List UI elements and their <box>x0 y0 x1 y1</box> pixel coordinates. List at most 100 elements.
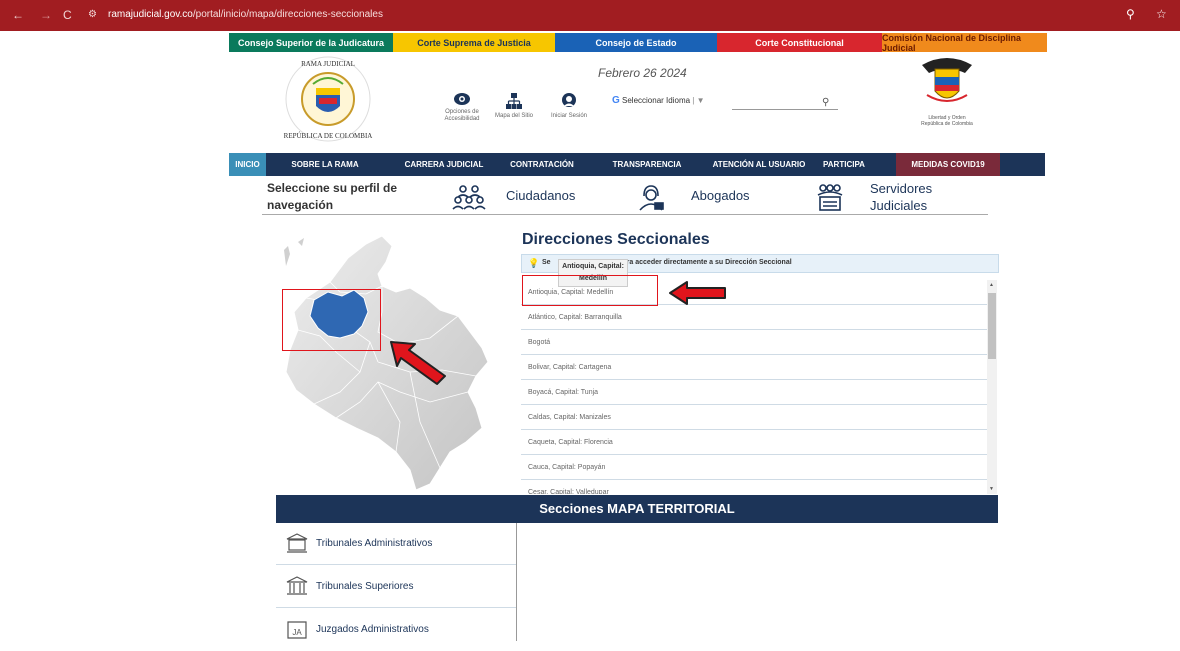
seccion-tribunales-administrativos[interactable]: Tribunales Administrativos <box>276 523 516 565</box>
nav-item-label: MEDIDAS COVID19 <box>911 160 985 169</box>
nav-item-contratacion[interactable]: CONTRATACIÓN <box>506 153 578 176</box>
nav-item-sobre-la-rama[interactable]: SOBRE LA RAMA <box>281 153 369 176</box>
scroll-up-icon[interactable]: ▲ <box>989 282 994 288</box>
servidores-judiciales-icon[interactable] <box>817 184 843 212</box>
seccion-label: Tribunales Administrativos <box>316 538 433 549</box>
list-scrollbar[interactable]: ▲ ▼ <box>987 280 997 494</box>
url-path: /portal/inicio/mapa/direcciones-secciona… <box>192 9 383 20</box>
entity-link-label: Corte Constitucional <box>755 37 844 48</box>
search-icon[interactable]: ⚲ <box>822 97 829 108</box>
dropdown-caret-icon: | ▼ <box>692 96 705 105</box>
list-item[interactable]: Cauca, Capital: Popayán <box>521 455 987 480</box>
entity-link-label: Comisión Nacional de Disciplina Judicial <box>882 32 1022 53</box>
scrollbar-thumb[interactable] <box>988 293 996 359</box>
seccion-juzgados-administrativos[interactable]: JA Juzgados Administrativos <box>276 609 516 651</box>
abogados-icon[interactable] <box>636 184 666 212</box>
shield-caption-2: República de Colombia <box>921 121 973 127</box>
scroll-down-icon[interactable]: ▼ <box>989 486 994 492</box>
tooltip-line-1: Antioquia, Capital: <box>562 263 624 270</box>
login-label: Iniciar Sesión <box>550 113 588 119</box>
main-navigation: INICIO SOBRE LA RAMA CARRERA JUDICIAL CO… <box>229 153 1045 176</box>
address-bar[interactable]: ramajudicial.gov.co/portal/inicio/mapa/d… <box>108 9 383 20</box>
nav-item-participa[interactable]: PARTICIPA <box>815 153 873 176</box>
entity-link-comision-disciplina[interactable]: Comisión Nacional de Disciplina Judicial <box>882 32 1047 53</box>
perfil-title: Seleccione su perfil de navegación <box>267 181 398 212</box>
perfil-ciudadanos[interactable]: Ciudadanos <box>506 188 575 203</box>
nav-item-label: ATENCIÓN AL USUARIO <box>712 160 806 169</box>
sitemap-link[interactable]: Mapa del Sitio <box>494 92 534 120</box>
nav-item-inicio[interactable]: INICIO <box>229 153 266 176</box>
url-domain: ramajudicial.gov.co <box>108 9 193 20</box>
notice-end: para acceder directamente a su Dirección… <box>618 259 792 266</box>
nav-item-transparencia[interactable]: TRANSPARENCIA <box>603 153 691 176</box>
map-highlight-box <box>282 289 381 351</box>
browser-toolbar: ← → C ⚙ ramajudicial.gov.co/portal/inici… <box>0 0 1180 31</box>
seccion-label: Tribunales Superiores <box>316 581 414 592</box>
perfil-servidores-judiciales[interactable]: Servidores Judiciales <box>870 180 960 214</box>
nav-item-atencion-usuario[interactable]: ATENCIÓN AL USUARIO <box>704 153 814 176</box>
site-search-input[interactable] <box>732 109 838 110</box>
rama-judicial-logo[interactable]: RAMA JUDICIAL REPÚBLICA DE COLOMBIA <box>283 54 373 144</box>
login-link[interactable]: Iniciar Sesión <box>548 92 590 120</box>
perfil-divider <box>262 214 988 215</box>
pointer-arrow-icon <box>390 341 446 385</box>
list-item[interactable]: Bogotá <box>521 330 987 355</box>
seccionales-list: Antioquia, Capital: Medellín Atlántico, … <box>521 280 987 494</box>
nav-item-label: INICIO <box>235 160 260 169</box>
sitemap-label: Mapa del Sitio <box>494 113 534 119</box>
list-item[interactable]: Boyacá, Capital: Tunja <box>521 380 987 405</box>
seccion-label: Juzgados Administrativos <box>316 624 429 635</box>
lightbulb-icon: 💡 <box>528 258 540 268</box>
nav-item-medidas-covid19[interactable]: MEDIDAS COVID19 <box>896 153 1000 176</box>
back-icon[interactable]: ← <box>12 8 24 22</box>
list-highlight-box <box>522 275 658 306</box>
language-selector[interactable]: G Seleccionar Idioma | ▼ <box>612 95 705 106</box>
site-settings-icon[interactable]: ⚙ <box>88 9 97 20</box>
ja-icon: JA <box>287 621 307 639</box>
notice-start: Se <box>542 259 551 266</box>
building-icon <box>286 533 308 553</box>
entity-links-bar: Consejo Superior de la Judicatura Corte … <box>229 32 1047 53</box>
svg-text:REPÚBLICA DE COLOMBIA: REPÚBLICA DE COLOMBIA <box>284 132 373 140</box>
perfil-abogados[interactable]: Abogados <box>691 188 750 203</box>
entity-link-label: Corte Suprema de Justicia <box>417 37 531 48</box>
svg-text:RAMA JUDICIAL: RAMA JUDICIAL <box>301 60 355 68</box>
seccionales-title: Direcciones Seccionales <box>522 231 710 248</box>
eye-icon <box>454 93 470 105</box>
secciones-title: Secciones MAPA TERRITORIAL <box>276 495 998 523</box>
reload-icon[interactable]: C <box>63 8 72 22</box>
entity-link-label: Consejo de Estado <box>595 37 677 48</box>
nav-item-label: TRANSPARENCIA <box>612 160 682 169</box>
current-date: Febrero 26 2024 <box>598 66 687 80</box>
courthouse-icon <box>286 576 308 595</box>
user-icon <box>562 93 576 107</box>
nav-item-label: SOBRE LA RAMA <box>291 160 359 169</box>
zoom-icon[interactable]: ⚲ <box>1126 7 1135 21</box>
language-label: Seleccionar Idioma <box>622 96 691 105</box>
list-item[interactable]: Caqueta, Capital: Florencia <box>521 430 987 455</box>
nav-item-label: CONTRATACIÓN <box>510 160 574 169</box>
entity-link-label: Consejo Superior de la Judicatura <box>237 37 385 48</box>
colombia-shield-logo: Libertad y Orden República de Colombia <box>912 55 982 127</box>
seccion-tribunales-superiores[interactable]: Tribunales Superiores <box>276 566 516 608</box>
entity-link-corte-constitucional[interactable]: Corte Constitucional <box>717 33 882 52</box>
list-item[interactable]: Cesar, Capital: Valledupar <box>521 480 987 494</box>
bookmark-star-icon[interactable]: ☆ <box>1156 7 1167 21</box>
entity-link-consejo-superior[interactable]: Consejo Superior de la Judicatura <box>229 33 393 52</box>
entity-link-consejo-estado[interactable]: Consejo de Estado <box>555 33 717 52</box>
forward-icon[interactable]: → <box>40 8 52 22</box>
accessibility-label: Opciones de Accesibilidad <box>444 109 480 122</box>
pointer-arrow-icon <box>669 281 726 305</box>
entity-link-corte-suprema[interactable]: Corte Suprema de Justicia <box>393 33 555 52</box>
sitemap-icon <box>506 93 522 109</box>
secciones-divider <box>516 523 517 641</box>
list-item[interactable]: Atlántico, Capital: Barranquilla <box>521 305 987 330</box>
nav-item-label: CARRERA JUDICIAL <box>404 160 484 169</box>
ciudadanos-icon[interactable] <box>452 185 486 211</box>
svg-text:JA: JA <box>292 628 302 637</box>
nav-item-carrera-judicial[interactable]: CARRERA JUDICIAL <box>394 153 494 176</box>
list-item[interactable]: Bolivar, Capital: Cartagena <box>521 355 987 380</box>
list-item[interactable]: Caldas, Capital: Manizales <box>521 405 987 430</box>
accessibility-options[interactable]: Opciones de Accesibilidad <box>438 92 486 123</box>
google-g-icon: G <box>612 95 620 106</box>
